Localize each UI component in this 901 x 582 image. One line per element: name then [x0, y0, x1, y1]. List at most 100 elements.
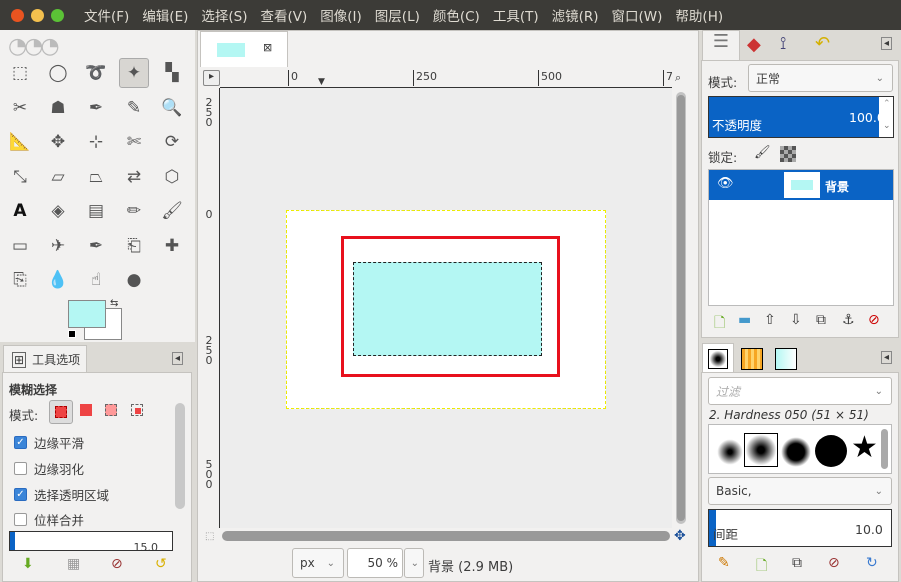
tab-layers[interactable]: ☰ — [702, 30, 740, 60]
tab-undo-history-icon[interactable]: ↶ — [815, 33, 830, 54]
reset-options-icon[interactable]: ↺ — [155, 556, 167, 572]
brush-tag-dropdown[interactable]: Basic, ⌄ — [708, 477, 892, 505]
close-window-button[interactable] — [11, 8, 24, 22]
sample-merged-checkbox[interactable]: 位样合并 — [14, 510, 84, 529]
duplicate-layer-icon[interactable]: ⧉ — [816, 312, 826, 328]
smudge-tool-icon[interactable]: ☝ — [81, 265, 111, 295]
mode-add-button[interactable] — [80, 404, 92, 416]
perspective-tool-icon[interactable]: ⏢ — [81, 162, 111, 192]
delete-brush-icon[interactable]: ⊘ — [828, 555, 840, 571]
tool-options-scrollbar[interactable] — [175, 403, 185, 509]
menu-select[interactable]: 选择(S) — [201, 5, 247, 25]
close-tab-icon[interactable]: ⊠ — [263, 41, 272, 54]
edit-brush-icon[interactable]: ✎ — [718, 555, 730, 571]
vertical-ruler[interactable]: 250 0 250 500 — [203, 88, 220, 528]
layer-mode-dropdown[interactable]: 正常 ⌄ — [748, 64, 893, 92]
navigate-icon[interactable]: ✥ — [674, 528, 686, 544]
perspective-clone-tool-icon[interactable]: ⎘ — [5, 265, 35, 295]
menu-file[interactable]: 文件(F) — [84, 5, 129, 25]
new-layer-group-icon[interactable]: ▬ — [738, 312, 751, 328]
blur-tool-icon[interactable]: 💧 — [43, 265, 73, 295]
unit-dropdown[interactable]: px ⌄ — [292, 548, 344, 578]
minimize-window-button[interactable] — [31, 8, 44, 22]
tab-gradients-icon[interactable] — [775, 348, 797, 370]
tab-paths-icon[interactable]: ⟟ — [780, 34, 786, 54]
threshold-spinner[interactable]: 15.0 — [9, 531, 173, 551]
lower-layer-icon[interactable]: ⇩ — [790, 312, 802, 328]
menu-tools[interactable]: 工具(T) — [493, 5, 539, 25]
zoom-input[interactable]: 50 % — [347, 548, 403, 578]
dodge-burn-tool-icon[interactable]: ● — [119, 265, 149, 295]
toggle-quick-mask-icon[interactable]: ⬚ — [205, 531, 214, 542]
canvas-area[interactable] — [220, 88, 672, 528]
zoom-tool-icon[interactable]: 🔍 — [157, 93, 187, 123]
color-picker-tool-icon[interactable]: ✎ — [119, 93, 149, 123]
brush-grid-scrollbar[interactable] — [881, 429, 888, 469]
blend-tool-icon[interactable]: ▤ — [81, 196, 111, 226]
horizontal-ruler[interactable]: 0 250 500 7 ▼ — [220, 70, 672, 88]
feather-edges-checkbox[interactable]: 边缘羽化 — [14, 459, 84, 478]
tab-brushes[interactable] — [702, 343, 734, 373]
fuzzy-select-tool-icon[interactable]: ✦ — [119, 58, 149, 88]
spacing-spinner[interactable]: 间距 10.0 — [708, 509, 892, 547]
image-tab[interactable]: ⊠ — [200, 31, 288, 67]
tab-channels-icon[interactable]: ◆ — [747, 34, 761, 55]
lock-alpha-icon[interactable] — [780, 146, 796, 162]
menu-view[interactable]: 查看(V) — [261, 5, 308, 25]
delete-layer-icon[interactable]: ⊘ — [868, 312, 880, 328]
scale-tool-icon[interactable]: ⤡ — [5, 162, 35, 192]
zoom-dropdown[interactable]: ⌄ — [404, 548, 424, 578]
raise-layer-icon[interactable]: ⇧ — [764, 312, 776, 328]
move-tool-icon[interactable]: ✥ — [43, 127, 73, 157]
free-select-tool-icon[interactable]: ➰ — [81, 58, 111, 88]
lock-pixels-icon[interactable]: 🖌 — [754, 145, 771, 160]
shear-tool-icon[interactable]: ▱ — [43, 162, 73, 192]
new-layer-icon[interactable]: 🗋 — [714, 312, 725, 336]
brushes-panel-menu-icon[interactable]: ◂ — [881, 351, 893, 364]
scissors-tool-icon[interactable]: ✂ — [5, 93, 35, 123]
color-select-tool-icon[interactable]: ▚ — [157, 58, 187, 88]
menu-help[interactable]: 帮助(H) — [675, 5, 723, 25]
maximize-window-button[interactable] — [51, 8, 64, 22]
brush-item[interactable] — [815, 435, 847, 467]
measure-tool-icon[interactable]: 📐 — [5, 127, 35, 157]
star-brush-item[interactable]: ★ — [851, 430, 878, 465]
menu-windows[interactable]: 窗口(W) — [612, 5, 663, 25]
zoom-to-fit-icon[interactable]: ⌕ — [675, 71, 681, 85]
select-transparent-checkbox[interactable]: ✓ 选择透明区域 — [14, 485, 109, 504]
rotate-tool-icon[interactable]: ⟳ — [157, 127, 187, 157]
flip-tool-icon[interactable]: ⇄ — [119, 162, 149, 192]
clone-tool-icon[interactable]: ⎗ — [119, 231, 149, 261]
menu-layer[interactable]: 图层(L) — [375, 5, 420, 25]
quick-mask-menu-button[interactable]: ▸ — [203, 70, 220, 86]
bucket-fill-tool-icon[interactable]: ◈ — [43, 196, 73, 226]
tab-patterns-icon[interactable] — [741, 348, 763, 370]
cage-tool-icon[interactable]: ⬡ — [157, 162, 187, 192]
panel-menu-icon[interactable]: ◂ — [172, 352, 184, 365]
layer-name[interactable]: 背景 — [825, 178, 849, 195]
opacity-spinner[interactable]: 不透明度 100.0 ⌃ ⌄ — [708, 96, 894, 138]
visibility-eye-icon[interactable]: 👁 — [717, 176, 734, 191]
swap-colors-icon[interactable]: ⇆ — [110, 298, 118, 309]
new-brush-icon[interactable]: 🗋 — [756, 555, 767, 579]
mode-intersect-button[interactable] — [131, 404, 143, 416]
default-colors-icon[interactable] — [68, 330, 76, 338]
mode-subtract-button[interactable] — [105, 404, 117, 416]
antialiasing-checkbox[interactable]: ✓ 边缘平滑 — [14, 433, 84, 452]
foreground-select-tool-icon[interactable]: ☗ — [43, 93, 73, 123]
airbrush-tool-icon[interactable]: ✈ — [43, 231, 73, 261]
duplicate-brush-icon[interactable]: ⧉ — [792, 555, 802, 571]
menu-filters[interactable]: 滤镜(R) — [552, 5, 599, 25]
brush-filter-input[interactable]: 过滤 ⌄ — [708, 377, 892, 405]
menu-colors[interactable]: 颜色(C) — [433, 5, 480, 25]
menu-image[interactable]: 图像(I) — [320, 5, 362, 25]
rect-select-tool-icon[interactable]: ⬚ — [5, 58, 35, 88]
brush-item[interactable] — [781, 437, 811, 467]
text-tool-icon[interactable]: A — [5, 196, 35, 226]
crop-tool-icon[interactable]: ✄ — [119, 127, 149, 157]
tab-tool-options[interactable]: ⊞ 工具选项 — [3, 345, 87, 373]
anchor-layer-icon[interactable]: ⚓ — [842, 312, 855, 328]
layers-panel-menu-icon[interactable]: ◂ — [881, 37, 893, 50]
restore-options-icon[interactable]: ▦ — [67, 556, 80, 572]
refresh-brushes-icon[interactable]: ↻ — [866, 555, 878, 571]
